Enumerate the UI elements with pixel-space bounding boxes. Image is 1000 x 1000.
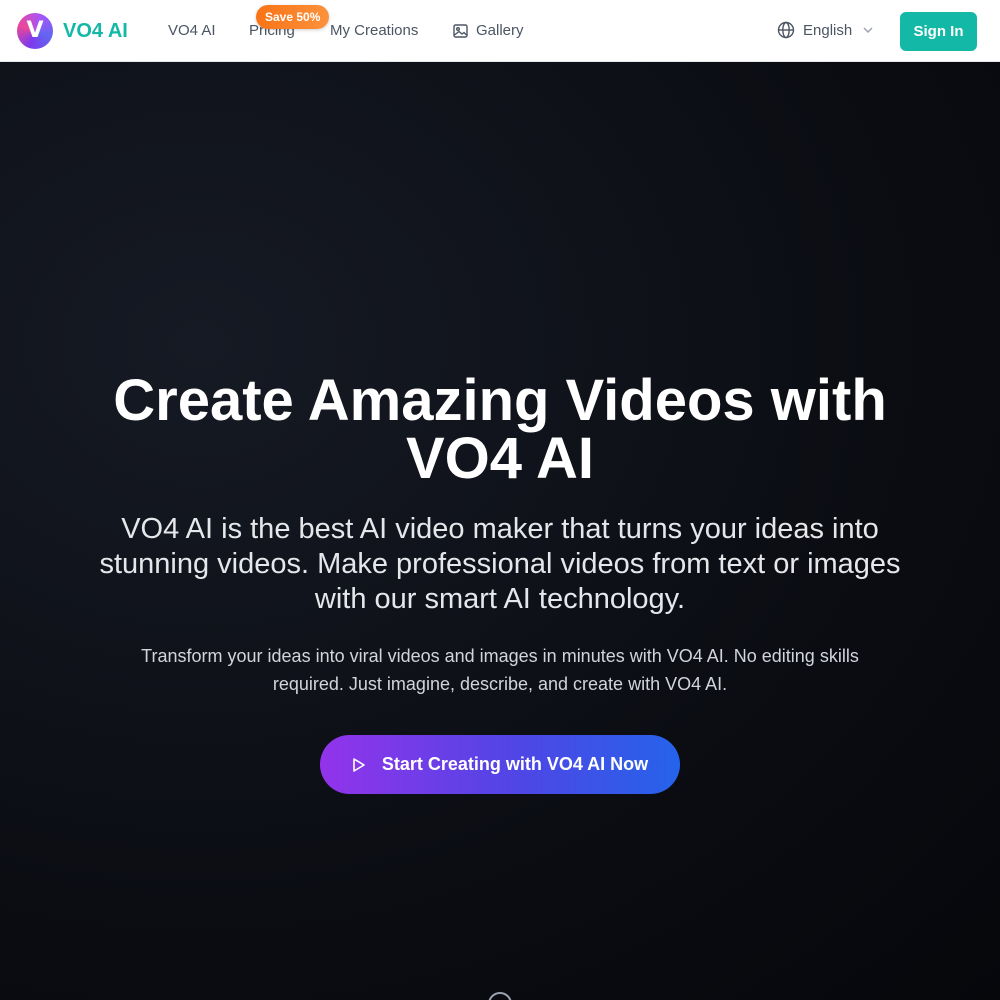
hero-title-line2: VO4 AI	[405, 426, 595, 491]
logo-letter: V	[26, 18, 44, 43]
start-creating-button[interactable]: Start Creating with VO4 AI Now	[320, 735, 680, 794]
brand-name: VO4 AI	[63, 19, 128, 42]
nav-gallery-label: Gallery	[476, 22, 524, 39]
logo-link[interactable]: V VO4 AI	[17, 13, 128, 49]
language-selector[interactable]: English	[777, 21, 874, 39]
chevron-down-icon	[863, 27, 873, 34]
play-icon	[353, 757, 365, 772]
nav-gallery[interactable]: Gallery	[453, 22, 524, 39]
nav-vo4-ai[interactable]: VO4 AI	[168, 22, 216, 39]
language-label: English	[803, 21, 853, 39]
globe-icon	[777, 21, 795, 39]
hero-title: Create Amazing Videos with VO4 AI	[50, 372, 950, 488]
hero-section: Create Amazing Videos with VO4 AI VO4 AI…	[0, 62, 1000, 1000]
pricing-save-badge: Save 50%	[256, 5, 330, 29]
sign-in-button[interactable]: Sign In	[900, 12, 977, 51]
logo-icon: V	[17, 13, 53, 49]
nav-my-creations[interactable]: My Creations	[330, 22, 418, 39]
hero-description: Transform your ideas into viral videos a…	[141, 646, 859, 694]
hero-subtitle: VO4 AI is the best AI video maker that t…	[99, 513, 901, 615]
scroll-indicator-icon	[488, 992, 512, 1000]
hero-title-line1: Create Amazing Videos with	[113, 368, 887, 433]
top-navbar: V VO4 AI VO4 AI Pricing Save 50% My Crea…	[0, 0, 1000, 62]
image-icon	[453, 23, 468, 38]
cta-label: Start Creating with VO4 AI Now	[381, 754, 649, 774]
